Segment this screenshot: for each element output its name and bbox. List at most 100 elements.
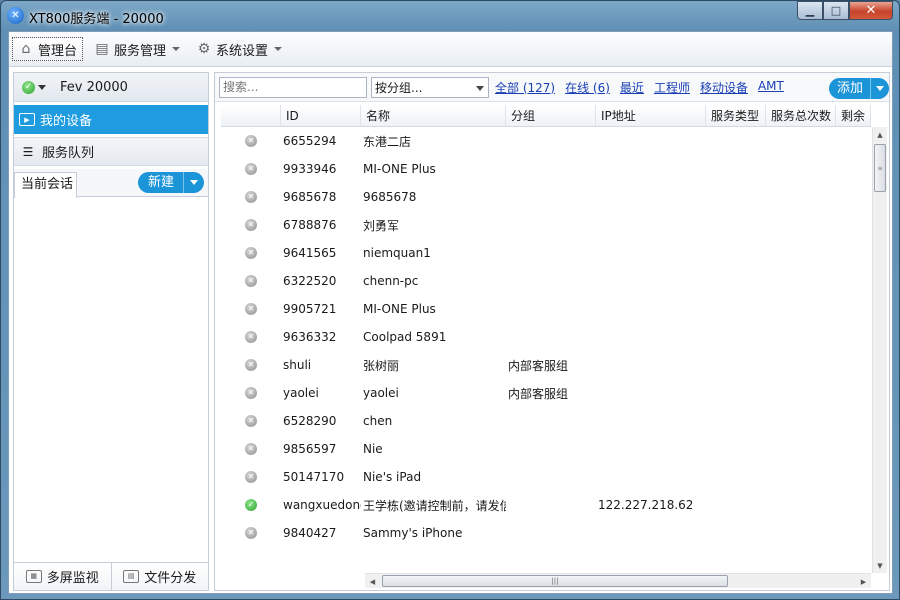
- app-logo-icon: ✕: [7, 7, 24, 24]
- vertical-scroll-thumb[interactable]: ≡: [874, 144, 886, 192]
- chevron-down-icon[interactable]: [184, 172, 204, 193]
- table-row[interactable]: ✕ shuli 张树丽 内部客服组: [221, 351, 871, 379]
- table-row[interactable]: ✕ yaolei yaolei 内部客服组: [221, 379, 871, 407]
- online-status-icon: ✓: [245, 499, 257, 511]
- name-cell: Coolpad 5891: [363, 330, 447, 344]
- minimize-button[interactable]: ▁: [797, 1, 823, 20]
- menu-console[interactable]: ⌂ 管理台: [12, 37, 84, 61]
- name-cell: chen: [363, 414, 393, 428]
- status-cell: ✕: [221, 387, 281, 399]
- account-status[interactable]: ✓ Fev 20000: [14, 73, 208, 102]
- table-row[interactable]: ✕ 9933946 MI-ONE Plus: [221, 155, 871, 183]
- id-cell: 50147170: [283, 470, 345, 484]
- filter-all[interactable]: 全部 (127): [495, 79, 555, 96]
- table-row[interactable]: ✕ 9636332 Coolpad 5891: [221, 323, 871, 351]
- name-cell: 张树丽: [363, 358, 400, 373]
- close-button[interactable]: ✕: [849, 1, 893, 20]
- table-row[interactable]: ✓ wangxuedong 王学栋(邀请控制前，请发信 122.227.218.62: [221, 491, 871, 519]
- device-table: ID 名称 分组 IP地址 服务类型 服务总次数 剩余 ✕ 6655294 东港二店…: [221, 105, 871, 555]
- file-icon: ▤: [123, 570, 140, 583]
- menu-service-management[interactable]: ▤ 服务管理: [89, 37, 185, 61]
- column-service-count[interactable]: 服务总次数: [766, 105, 836, 126]
- table-row[interactable]: ✓9577055jo183.1.68.48: [221, 547, 871, 555]
- tab-current-session[interactable]: 当前会话: [14, 172, 77, 198]
- filter-amt[interactable]: AMT: [758, 79, 784, 96]
- group-cell: 内部客服组: [508, 358, 569, 373]
- column-service-type[interactable]: 服务类型: [706, 105, 766, 126]
- id-cell: 6322520: [283, 274, 337, 288]
- offline-status-icon: ✕: [245, 359, 257, 371]
- chevron-down-icon[interactable]: [871, 78, 889, 99]
- nav-my-devices[interactable]: ▶ 我的设备: [14, 105, 208, 134]
- status-cell: ✕: [221, 219, 281, 231]
- horizontal-scroll-thumb[interactable]: |||: [382, 575, 728, 587]
- column-id[interactable]: ID: [281, 105, 361, 126]
- status-cell: ✕: [221, 331, 281, 343]
- table-row[interactable]: ✕ 9905721 MI-ONE Plus: [221, 295, 871, 323]
- multi-screen-monitor-button[interactable]: ▦ 多屏监视: [14, 563, 111, 590]
- scroll-down-icon[interactable]: ▼: [873, 558, 887, 573]
- offline-status-icon: ✕: [245, 471, 257, 483]
- scroll-up-icon[interactable]: ▲: [873, 127, 887, 142]
- chevron-down-icon: [38, 84, 46, 90]
- offline-status-icon: ✕: [245, 387, 257, 399]
- filter-recent[interactable]: 最近: [620, 79, 644, 96]
- offline-status-icon: ✕: [245, 303, 257, 315]
- table-header: ID 名称 分组 IP地址 服务类型 服务总次数 剩余: [221, 105, 871, 127]
- status-cell: ✕: [221, 163, 281, 175]
- table-row[interactable]: ✕ 6322520 chenn-pc: [221, 267, 871, 295]
- column-ip[interactable]: IP地址: [596, 105, 706, 126]
- chevron-down-icon: [476, 85, 484, 91]
- group-select[interactable]: 按分组...: [371, 76, 489, 98]
- scroll-right-icon[interactable]: ▶: [856, 574, 871, 589]
- column-name[interactable]: 名称: [361, 105, 506, 126]
- filter-engineer[interactable]: 工程师: [654, 79, 690, 96]
- table-body: ✕ 6655294 东港二店 ✕ 9933946 MI-ONE Plus ✕ 9685678 9…: [221, 127, 871, 555]
- group-select-value: 按分组...: [375, 80, 423, 95]
- table-row[interactable]: ✕ 9641565 niemquan1: [221, 239, 871, 267]
- column-status[interactable]: [221, 105, 281, 126]
- horizontal-scrollbar[interactable]: ◀ ||| ▶: [365, 573, 871, 588]
- filter-online[interactable]: 在线 (6): [565, 79, 610, 96]
- title-bar[interactable]: ✕ XT800服务端 - 20000 ▁ □ ✕: [1, 1, 899, 31]
- table-row[interactable]: ✕ 9685678 9685678: [221, 183, 871, 211]
- filter-mobile[interactable]: 移动设备: [700, 79, 748, 96]
- status-cell: ✕: [221, 471, 281, 483]
- device-panel: 按分组... 全部 (127) 在线 (6) 最近 工程师 移动设备 AMT 添…: [214, 72, 890, 591]
- table-row[interactable]: ✕ 9856597 Nie: [221, 435, 871, 463]
- column-remaining[interactable]: 剩余: [836, 105, 871, 126]
- offline-status-icon: ✕: [245, 163, 257, 175]
- sidebar-bottom-bar: ▦ 多屏监视 ▤ 文件分发: [14, 562, 208, 590]
- name-cell: Nie: [363, 442, 383, 456]
- column-group[interactable]: 分组: [506, 105, 596, 126]
- table-row[interactable]: ✕ 9840427 Sammy's iPhone: [221, 519, 871, 547]
- id-cell: 9856597: [283, 442, 337, 456]
- vertical-scrollbar[interactable]: ▲ ≡ ▼: [872, 127, 887, 573]
- ip-cell: 122.227.218.62: [598, 498, 694, 512]
- offline-status-icon: ✕: [245, 219, 257, 231]
- menu-system-settings[interactable]: ⚙ 系统设置: [191, 37, 287, 61]
- add-device-button[interactable]: 添加: [828, 78, 889, 99]
- search-input[interactable]: [219, 76, 367, 98]
- name-cell: 东港二店: [363, 134, 412, 149]
- file-distribution-button[interactable]: ▤ 文件分发: [110, 563, 209, 590]
- table-row[interactable]: ✕ 6655294 东港二店: [221, 127, 871, 155]
- table-row[interactable]: ✕ 6788876 刘勇军: [221, 211, 871, 239]
- nav-service-queue-label: 服务队列: [42, 146, 95, 161]
- account-name: Fev 20000: [60, 79, 128, 95]
- new-session-button[interactable]: 新建: [137, 172, 204, 193]
- home-icon: ⌂: [21, 41, 31, 57]
- id-cell: 6788876: [283, 218, 337, 232]
- device-icon: ▶: [19, 113, 35, 126]
- new-button-label: 新建: [138, 172, 184, 193]
- table-row[interactable]: ✕ 50147170 Nie's iPad: [221, 463, 871, 491]
- scroll-left-icon[interactable]: ◀: [365, 574, 380, 589]
- sidebar: ✓ Fev 20000 ▶ 我的设备 ☰ 服务队列 当前会话 新建 ▦ 多屏监视…: [13, 72, 209, 591]
- offline-status-icon: ✕: [245, 331, 257, 343]
- id-cell: 6528290: [283, 414, 337, 428]
- name-cell: niemquan1: [363, 246, 431, 260]
- nav-service-queue[interactable]: ☰ 服务队列: [14, 137, 208, 166]
- name-cell: Sammy's iPhone: [363, 526, 463, 540]
- table-row[interactable]: ✕ 6528290 chen: [221, 407, 871, 435]
- maximize-button[interactable]: □: [823, 1, 849, 20]
